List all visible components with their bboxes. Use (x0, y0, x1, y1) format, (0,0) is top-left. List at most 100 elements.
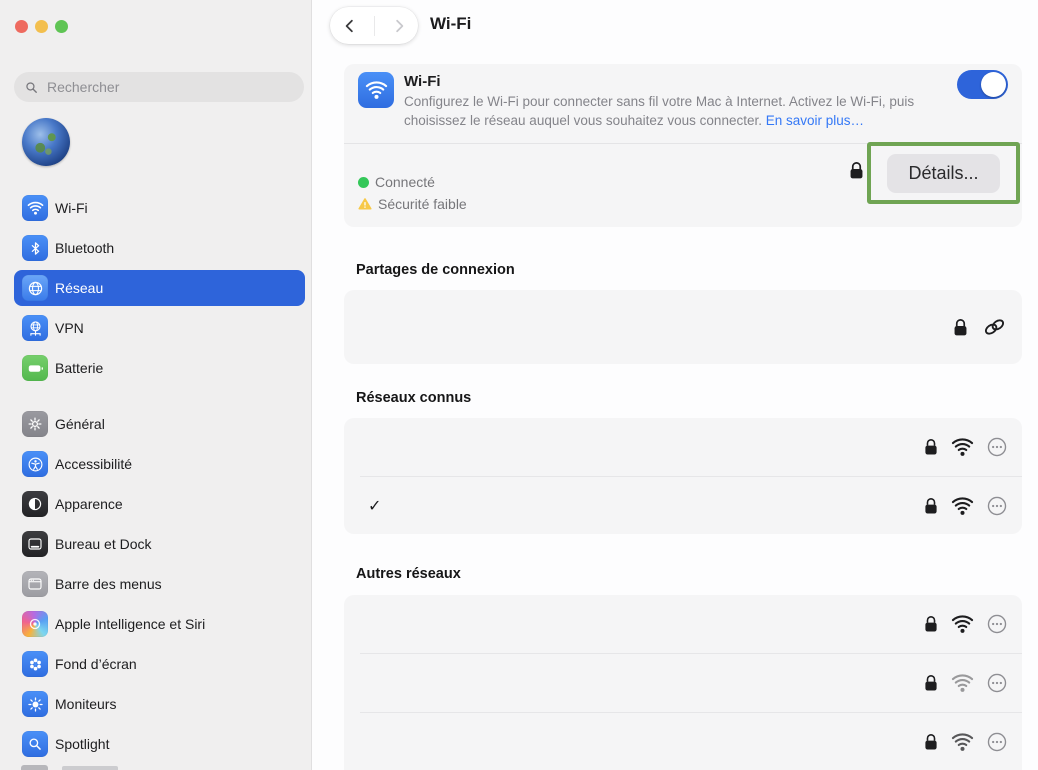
wifi-icon (358, 72, 394, 108)
status-connected: Connecté (358, 171, 467, 193)
wallpaper-icon (22, 651, 48, 677)
sidebar-item-label: Moniteurs (55, 696, 116, 712)
sidebar-item-label: Apparence (55, 496, 123, 512)
status-connected-label: Connecté (375, 174, 435, 190)
divider (374, 16, 375, 36)
known-network-row[interactable] (344, 418, 1022, 476)
more-ellipsis-icon (986, 613, 1008, 635)
window-controls (15, 20, 68, 33)
content-pane: Wi-Fi Wi-Fi Configurez le Wi-Fi pour con… (312, 0, 1038, 770)
sidebar-item-label: Accessibilité (55, 456, 132, 472)
sidebar-item-label: Bluetooth (55, 240, 114, 256)
sidebar-item-fond-decran[interactable]: Fond d’écran (14, 646, 305, 682)
more-options-button[interactable] (986, 731, 1008, 753)
sidebar-item-moniteurs[interactable]: Moniteurs (14, 686, 305, 722)
close-button[interactable] (15, 20, 28, 33)
section-title-reseaux-connus: Réseaux connus (356, 390, 471, 406)
details-button[interactable]: Détails... (887, 154, 999, 193)
sidebar-item-bureau-et-dock[interactable]: Bureau et Dock (14, 526, 305, 562)
sidebar-item-vpn[interactable]: VPN (14, 310, 305, 346)
sidebar-item-bluetooth[interactable]: Bluetooth (14, 230, 305, 266)
section-title-autres-reseaux: Autres réseaux (356, 566, 461, 582)
sidebar-item-label: Fond d’écran (55, 656, 137, 672)
annotation-highlight-box: Détails... (867, 142, 1020, 204)
desktop-dock-icon (22, 531, 48, 557)
wifi-signal-medium-icon (951, 731, 974, 754)
sidebar: Wi-Fi Bluetooth Réseau VPN Batterie (0, 0, 312, 770)
chevron-right-icon (390, 17, 408, 35)
sidebar-nav: Wi-Fi Bluetooth Réseau VPN Batterie (0, 190, 312, 766)
displays-icon (22, 691, 48, 717)
known-network-row-active[interactable]: ✓ (344, 477, 1022, 535)
sidebar-item-batterie[interactable]: Batterie (14, 350, 305, 386)
search-input[interactable] (45, 78, 294, 96)
more-options-button[interactable] (986, 613, 1008, 635)
checkmark-icon: ✓ (368, 496, 381, 516)
toggle-knob (981, 72, 1006, 97)
other-network-row[interactable] (344, 595, 1022, 653)
wifi-description: Configurez le Wi-Fi pour connecter sans … (404, 93, 966, 130)
avatar[interactable] (22, 118, 70, 166)
wifi-icon (22, 195, 48, 221)
sidebar-item-spotlight[interactable]: Spotlight (14, 726, 305, 762)
page-title: Wi-Fi (430, 14, 471, 34)
search-icon (24, 80, 39, 95)
other-network-row[interactable] (344, 713, 1022, 770)
sidebar-item-label: Spotlight (55, 736, 109, 752)
connected-dot-icon (358, 177, 369, 188)
other-networks-card (344, 595, 1022, 770)
learn-more-link[interactable]: En savoir plus… (766, 113, 864, 128)
more-ellipsis-icon (986, 731, 1008, 753)
gear-icon (22, 411, 48, 437)
hotspot-row[interactable] (344, 290, 1022, 364)
more-options-button[interactable] (986, 436, 1008, 458)
chevron-left-icon (341, 17, 359, 35)
zoom-button[interactable] (55, 20, 68, 33)
wifi-signal-icon (951, 436, 974, 459)
sidebar-item-label: VPN (55, 320, 84, 336)
sidebar-item-label: Réseau (55, 280, 103, 296)
system-settings-window: Wi-Fi Bluetooth Réseau VPN Batterie (0, 0, 1038, 770)
more-ellipsis-icon (986, 495, 1008, 517)
sidebar-item-reseau[interactable]: Réseau (14, 270, 305, 306)
siri-icon (22, 611, 48, 637)
forward-button[interactable] (384, 11, 414, 41)
more-ellipsis-icon (986, 436, 1008, 458)
lock-icon (923, 673, 939, 693)
minimize-button[interactable] (35, 20, 48, 33)
warning-icon (358, 197, 372, 211)
sidebar-item-accessibilite[interactable]: Accessibilité (14, 446, 305, 482)
other-network-row[interactable] (344, 654, 1022, 712)
battery-icon (22, 355, 48, 381)
wifi-signal-icon (951, 613, 974, 636)
search-field[interactable] (14, 72, 304, 102)
sidebar-item-general[interactable]: Général (14, 406, 305, 442)
sidebar-item-label: Général (55, 416, 105, 432)
sidebar-item-wifi[interactable]: Wi-Fi (14, 190, 305, 226)
wifi-status: Connecté Sécurité faible (358, 171, 467, 215)
wifi-card-title: Wi-Fi (404, 73, 441, 90)
hotspot-link-icon (981, 317, 1008, 337)
menubar-icon (22, 571, 48, 597)
status-security-label: Sécurité faible (378, 196, 467, 212)
sidebar-item-partial (21, 765, 48, 770)
sidebar-item-label: Barre des menus (55, 576, 162, 592)
wifi-signal-weak-icon (951, 672, 974, 695)
sidebar-item-apparence[interactable]: Apparence (14, 486, 305, 522)
wifi-toggle[interactable] (957, 70, 1008, 99)
lock-icon (848, 160, 865, 181)
sidebar-group-divider (14, 390, 305, 406)
bluetooth-icon (22, 235, 48, 261)
sidebar-item-barre-des-menus[interactable]: Barre des menus (14, 566, 305, 602)
more-options-button[interactable] (986, 672, 1008, 694)
sidebar-item-label: Wi-Fi (55, 200, 88, 216)
nav-buttons (330, 7, 418, 44)
section-title-partages: Partages de connexion (356, 262, 515, 278)
more-options-button[interactable] (986, 495, 1008, 517)
hotspot-card (344, 290, 1022, 364)
lock-icon (923, 614, 939, 634)
accessibility-icon (22, 451, 48, 477)
back-button[interactable] (335, 11, 365, 41)
sidebar-item-apple-intelligence-et-siri[interactable]: Apple Intelligence et Siri (14, 606, 305, 642)
lock-icon (952, 317, 969, 338)
